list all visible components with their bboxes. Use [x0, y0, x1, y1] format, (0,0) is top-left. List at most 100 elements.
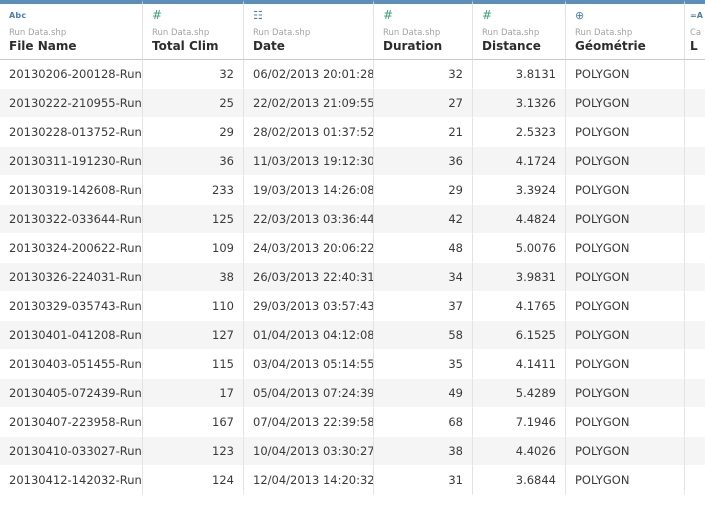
table-cell-file-name[interactable]: 20130311-191230-Run	[0, 147, 143, 176]
table-cell-distance[interactable]: 7.1946	[473, 408, 566, 437]
table-cell-duration[interactable]: 42	[374, 205, 473, 234]
table-cell-geometrie[interactable]: POLYGON	[566, 118, 685, 147]
table-cell-total-clim[interactable]: 127	[143, 321, 244, 350]
table-cell-duration[interactable]: 29	[374, 176, 473, 205]
table-cell-truncated[interactable]	[685, 292, 705, 321]
table-cell-geometrie[interactable]: POLYGON	[566, 379, 685, 408]
table-cell-duration[interactable]: 36	[374, 147, 473, 176]
table-cell-file-name[interactable]: 20130322-033644-Run	[0, 205, 143, 234]
table-cell-date[interactable]: 12/04/2013 14:20:32	[244, 466, 374, 495]
table-cell-file-name[interactable]: 20130401-041208-Run	[0, 321, 143, 350]
table-cell-distance[interactable]: 3.1326	[473, 89, 566, 118]
table-cell-file-name[interactable]: 20130410-033027-Run	[0, 437, 143, 466]
table-cell-truncated[interactable]	[685, 60, 705, 89]
table-cell-geometrie[interactable]: POLYGON	[566, 466, 685, 495]
table-cell-distance[interactable]: 4.1411	[473, 350, 566, 379]
column-header-total-clim[interactable]: # Run Data.shp Total Clim	[143, 0, 244, 60]
table-cell-date[interactable]: 22/02/2013 21:09:55	[244, 89, 374, 118]
table-cell-distance[interactable]: 4.1765	[473, 292, 566, 321]
table-cell-date[interactable]: 05/04/2013 07:24:39	[244, 379, 374, 408]
table-cell-file-name[interactable]: 20130319-142608-Run	[0, 176, 143, 205]
table-cell-distance[interactable]: 4.1724	[473, 147, 566, 176]
table-cell-geometrie[interactable]: POLYGON	[566, 176, 685, 205]
table-cell-geometrie[interactable]: POLYGON	[566, 321, 685, 350]
table-cell-duration[interactable]: 37	[374, 292, 473, 321]
table-cell-geometrie[interactable]: POLYGON	[566, 263, 685, 292]
table-cell-duration[interactable]: 31	[374, 466, 473, 495]
table-cell-geometrie[interactable]: POLYGON	[566, 205, 685, 234]
table-cell-distance[interactable]: 4.4824	[473, 205, 566, 234]
table-cell-duration[interactable]: 48	[374, 234, 473, 263]
table-cell-date[interactable]: 03/04/2013 05:14:55	[244, 350, 374, 379]
table-cell-truncated[interactable]	[685, 437, 705, 466]
column-header-distance[interactable]: # Run Data.shp Distance	[473, 0, 566, 60]
table-cell-geometrie[interactable]: POLYGON	[566, 60, 685, 89]
table-cell-total-clim[interactable]: 36	[143, 147, 244, 176]
table-cell-truncated[interactable]	[685, 263, 705, 292]
table-cell-duration[interactable]: 58	[374, 321, 473, 350]
table-cell-file-name[interactable]: 20130407-223958-Run	[0, 408, 143, 437]
table-cell-file-name[interactable]: 20130206-200128-Run	[0, 60, 143, 89]
table-cell-date[interactable]: 24/03/2013 20:06:22	[244, 234, 374, 263]
table-cell-total-clim[interactable]: 124	[143, 466, 244, 495]
table-cell-geometrie[interactable]: POLYGON	[566, 437, 685, 466]
table-cell-truncated[interactable]	[685, 205, 705, 234]
table-cell-total-clim[interactable]: 167	[143, 408, 244, 437]
table-cell-duration[interactable]: 27	[374, 89, 473, 118]
table-cell-truncated[interactable]	[685, 350, 705, 379]
table-cell-file-name[interactable]: 20130324-200622-Run	[0, 234, 143, 263]
table-cell-date[interactable]: 26/03/2013 22:40:31	[244, 263, 374, 292]
table-cell-geometrie[interactable]: POLYGON	[566, 350, 685, 379]
table-cell-distance[interactable]: 4.4026	[473, 437, 566, 466]
table-cell-total-clim[interactable]: 233	[143, 176, 244, 205]
table-cell-truncated[interactable]	[685, 466, 705, 495]
table-cell-duration[interactable]: 32	[374, 60, 473, 89]
table-cell-geometrie[interactable]: POLYGON	[566, 234, 685, 263]
table-cell-distance[interactable]: 2.5323	[473, 118, 566, 147]
column-header-date[interactable]: ☷ Run Data.shp Date	[244, 0, 374, 60]
table-cell-total-clim[interactable]: 29	[143, 118, 244, 147]
table-cell-total-clim[interactable]: 17	[143, 379, 244, 408]
table-cell-date[interactable]: 28/02/2013 01:37:52	[244, 118, 374, 147]
table-cell-date[interactable]: 29/03/2013 03:57:43	[244, 292, 374, 321]
table-cell-distance[interactable]: 3.9831	[473, 263, 566, 292]
table-cell-file-name[interactable]: 20130228-013752-Run	[0, 118, 143, 147]
table-cell-truncated[interactable]	[685, 176, 705, 205]
table-cell-total-clim[interactable]: 32	[143, 60, 244, 89]
table-cell-file-name[interactable]: 20130222-210955-Run	[0, 89, 143, 118]
table-cell-file-name[interactable]: 20130326-224031-Run	[0, 263, 143, 292]
table-cell-distance[interactable]: 6.1525	[473, 321, 566, 350]
table-cell-file-name[interactable]: 20130412-142032-Run	[0, 466, 143, 495]
table-cell-geometrie[interactable]: POLYGON	[566, 147, 685, 176]
table-cell-distance[interactable]: 3.3924	[473, 176, 566, 205]
table-cell-distance[interactable]: 3.8131	[473, 60, 566, 89]
table-cell-date[interactable]: 01/04/2013 04:12:08	[244, 321, 374, 350]
column-header-truncated[interactable]: =A Ca L	[685, 0, 705, 60]
column-header-geometrie[interactable]: ⊕ Run Data.shp Géométrie	[566, 0, 685, 60]
column-header-file-name[interactable]: Abc Run Data.shp File Name	[0, 0, 143, 60]
table-cell-truncated[interactable]	[685, 147, 705, 176]
table-cell-duration[interactable]: 34	[374, 263, 473, 292]
table-cell-file-name[interactable]: 20130405-072439-Run	[0, 379, 143, 408]
table-cell-truncated[interactable]	[685, 118, 705, 147]
table-cell-geometrie[interactable]: POLYGON	[566, 292, 685, 321]
table-cell-truncated[interactable]	[685, 408, 705, 437]
column-header-duration[interactable]: # Run Data.shp Duration	[374, 0, 473, 60]
table-cell-total-clim[interactable]: 110	[143, 292, 244, 321]
table-cell-geometrie[interactable]: POLYGON	[566, 408, 685, 437]
table-cell-distance[interactable]: 5.4289	[473, 379, 566, 408]
table-cell-distance[interactable]: 3.6844	[473, 466, 566, 495]
table-cell-distance[interactable]: 5.0076	[473, 234, 566, 263]
table-cell-duration[interactable]: 68	[374, 408, 473, 437]
table-cell-truncated[interactable]	[685, 234, 705, 263]
table-cell-geometrie[interactable]: POLYGON	[566, 89, 685, 118]
table-cell-date[interactable]: 10/04/2013 03:30:27	[244, 437, 374, 466]
table-cell-duration[interactable]: 21	[374, 118, 473, 147]
table-cell-date[interactable]: 19/03/2013 14:26:08	[244, 176, 374, 205]
table-cell-date[interactable]: 22/03/2013 03:36:44	[244, 205, 374, 234]
table-cell-total-clim[interactable]: 123	[143, 437, 244, 466]
table-cell-file-name[interactable]: 20130329-035743-Run	[0, 292, 143, 321]
table-cell-file-name[interactable]: 20130403-051455-Run	[0, 350, 143, 379]
table-cell-duration[interactable]: 38	[374, 437, 473, 466]
table-cell-total-clim[interactable]: 125	[143, 205, 244, 234]
